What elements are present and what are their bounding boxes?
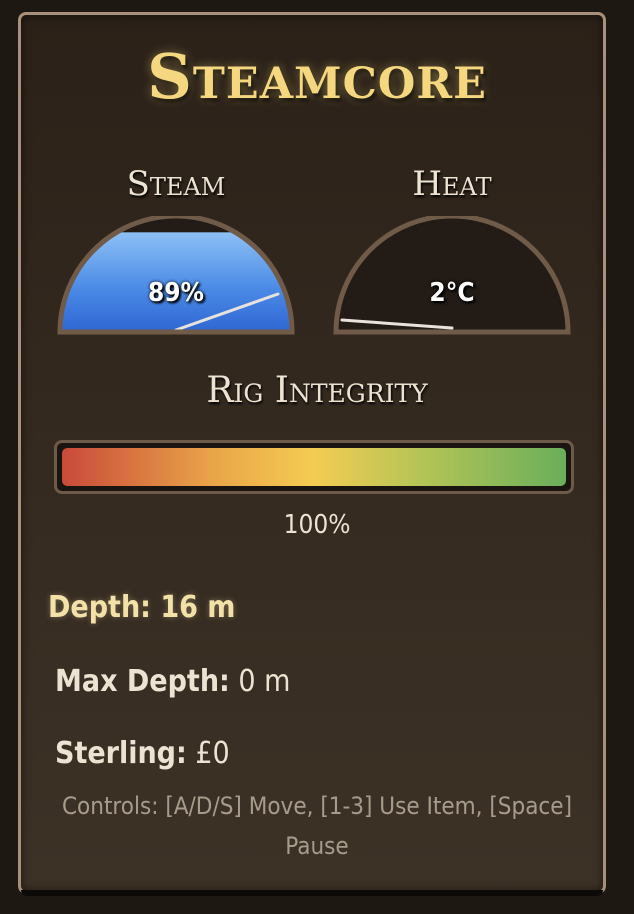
steam-gauge-label: Steam bbox=[126, 164, 226, 204]
game-title: Steamcore bbox=[147, 40, 487, 113]
sterling-label: Sterling: bbox=[55, 736, 187, 771]
rig-integrity-track bbox=[62, 448, 566, 486]
rig-integrity-fill bbox=[62, 448, 566, 486]
depth-stat: Depth: 16 m bbox=[48, 590, 235, 625]
steam-gauge-value: 89% bbox=[148, 278, 204, 308]
sterling-value: £0 bbox=[195, 736, 230, 771]
depth-value: 16 m bbox=[160, 590, 236, 625]
rig-integrity-value: 100% bbox=[283, 510, 351, 540]
max-depth-value: 0 m bbox=[238, 664, 291, 699]
heat-gauge-label: Heat bbox=[412, 164, 492, 204]
depth-label: Depth: bbox=[48, 590, 151, 625]
max-depth-label: Max Depth: bbox=[55, 664, 230, 699]
max-depth-stat: Max Depth: 0 m bbox=[55, 664, 290, 699]
heat-gauge-value: 2°C bbox=[429, 278, 475, 308]
rig-integrity-label: Rig Integrity bbox=[206, 370, 428, 411]
rig-integrity-bar bbox=[54, 440, 574, 494]
sterling-stat: Sterling: £0 bbox=[55, 736, 230, 771]
heat-gauge bbox=[332, 216, 572, 336]
steam-gauge bbox=[56, 216, 296, 336]
controls-hint: Controls: [A/D/S] Move, [1-3] Use Item, … bbox=[61, 792, 573, 860]
